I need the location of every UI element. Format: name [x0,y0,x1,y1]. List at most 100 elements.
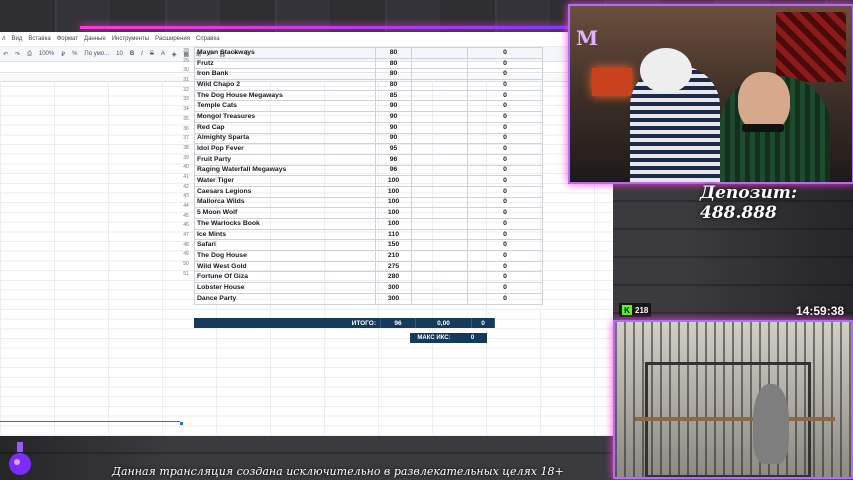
row-number[interactable]: 43 [178,192,194,202]
cell-x[interactable]: 0 [467,250,543,262]
cell-bet[interactable]: 90 [375,132,412,145]
cell-bet[interactable]: 80 [375,47,412,59]
cell-name[interactable]: The Warlocks Book [194,218,376,230]
cell-x[interactable]: 0 [467,185,543,198]
cell-x[interactable]: 0 [467,218,543,230]
row-number[interactable]: 35 [178,115,194,125]
redo-icon[interactable]: ↷ [14,51,21,58]
table-row[interactable]: Mongol Treasures 90 0 [194,111,543,123]
cell-empty[interactable] [411,185,468,198]
cell-name[interactable]: Temple Cats [194,100,376,113]
menu-format[interactable]: Формат [57,36,78,42]
cell-empty[interactable] [411,100,468,113]
cell-x[interactable]: 0 [467,153,543,166]
cell-empty[interactable] [411,47,468,59]
row-number[interactable]: 47 [178,231,194,241]
print-icon[interactable]: ⎙ [26,51,33,58]
cell-empty[interactable] [411,79,468,91]
row-number[interactable]: 33 [178,95,194,105]
cell-empty[interactable] [411,250,468,262]
cell-x[interactable]: 0 [467,47,543,59]
cell-empty[interactable] [411,68,468,81]
font-select[interactable]: По умо... [83,51,110,57]
table-row[interactable]: The Dog House 210 0 [194,250,543,262]
row-number[interactable]: 46 [178,221,194,231]
table-row[interactable]: Iron Bank 80 0 [194,68,543,81]
cell-name[interactable]: Safari [194,239,376,252]
table-row[interactable]: Mayan Stackways 80 0 [194,47,543,59]
menu-help[interactable]: Справка [196,36,220,42]
menu-item[interactable]: л [2,36,6,42]
zoom-select[interactable]: 100% [38,51,55,57]
table-row[interactable]: Red Cap 90 0 [194,121,543,134]
cell-name[interactable]: Iron Bank [194,68,376,81]
menu-extensions[interactable]: Расширения [155,36,190,42]
row-number[interactable]: 34 [178,105,194,115]
cell-x[interactable]: 0 [467,121,543,134]
row-number[interactable]: 28 [178,47,194,57]
table-row[interactable]: Wild Chapo 2 80 0 [194,79,543,91]
bold-icon[interactable]: B [129,51,135,57]
cell-bet[interactable]: 100 [375,175,412,187]
italic-icon[interactable]: I [140,51,144,57]
cell-name[interactable]: Lobster House [194,282,376,294]
cell-empty[interactable] [411,164,468,177]
cell-empty[interactable] [411,89,468,102]
table-row[interactable]: Idol Pop Fever 95 0 [194,143,543,155]
cell-bet[interactable]: 210 [375,250,412,262]
cell-name[interactable]: Raging Waterfall Megaways [194,164,376,177]
cell-empty[interactable] [411,292,468,305]
cell-empty[interactable] [411,111,468,123]
table-row[interactable]: Temple Cats 90 0 [194,100,543,113]
cell-bet[interactable]: 96 [375,153,412,166]
row-number[interactable]: 44 [178,202,194,212]
cell-empty[interactable] [411,57,468,70]
cell-name[interactable]: Ice Mints [194,228,376,241]
table-row[interactable]: 5 Moon Wolf 100 0 [194,207,543,219]
cell-empty[interactable] [411,218,468,230]
cell-name[interactable]: 5 Moon Wolf [194,207,376,219]
font-size-input[interactable]: 10 [115,51,124,57]
cell-empty[interactable] [411,132,468,145]
cell-empty[interactable] [411,207,468,219]
cell-bet[interactable]: 100 [375,185,412,198]
cell-x[interactable]: 0 [467,207,543,219]
table-row[interactable]: Water Tiger 100 0 [194,175,543,187]
menu-insert[interactable]: Вставка [28,36,50,42]
cell-empty[interactable] [411,175,468,187]
cell-name[interactable]: The Dog House Megaways [194,89,376,102]
cell-name[interactable]: Mongol Treasures [194,111,376,123]
cell-x[interactable]: 0 [467,111,543,123]
menu-data[interactable]: Данные [84,36,106,42]
row-number[interactable]: 31 [178,76,194,86]
row-number[interactable]: 37 [178,134,194,144]
row-number[interactable]: 29 [178,57,194,67]
text-color-icon[interactable]: A [160,51,166,57]
table-row[interactable]: Raging Waterfall Megaways 96 0 [194,164,543,177]
table-row[interactable]: Frutz 80 0 [194,57,543,70]
table-row[interactable]: Almighty Sparta 90 0 [194,132,543,145]
row-number[interactable]: 41 [178,173,194,183]
cell-empty[interactable] [411,260,468,273]
cell-name[interactable]: Idol Pop Fever [194,143,376,155]
cell-bet[interactable]: 300 [375,292,412,305]
cell-name[interactable]: Red Cap [194,121,376,134]
cell-x[interactable]: 0 [467,143,543,155]
row-number[interactable]: 42 [178,183,194,193]
row-number[interactable]: 40 [178,163,194,173]
table-row[interactable]: Fruit Party 96 0 [194,153,543,166]
table-row[interactable]: Mallorca Wilds 100 0 [194,196,543,209]
cell-x[interactable]: 0 [467,292,543,305]
cell-name[interactable]: Almighty Sparta [194,132,376,145]
cell-name[interactable]: The Dog House [194,250,376,262]
cell-x[interactable]: 0 [467,271,543,284]
cell-empty[interactable] [411,121,468,134]
cell-x[interactable]: 0 [467,68,543,81]
cell-x[interactable]: 0 [467,89,543,102]
cell-empty[interactable] [411,153,468,166]
cell-bet[interactable]: 80 [375,79,412,91]
cell-bet[interactable]: 280 [375,271,412,284]
cell-empty[interactable] [411,271,468,284]
table-row[interactable]: Wild West Gold 275 0 [194,260,543,273]
table-row[interactable]: Dance Party 300 0 [194,292,543,305]
